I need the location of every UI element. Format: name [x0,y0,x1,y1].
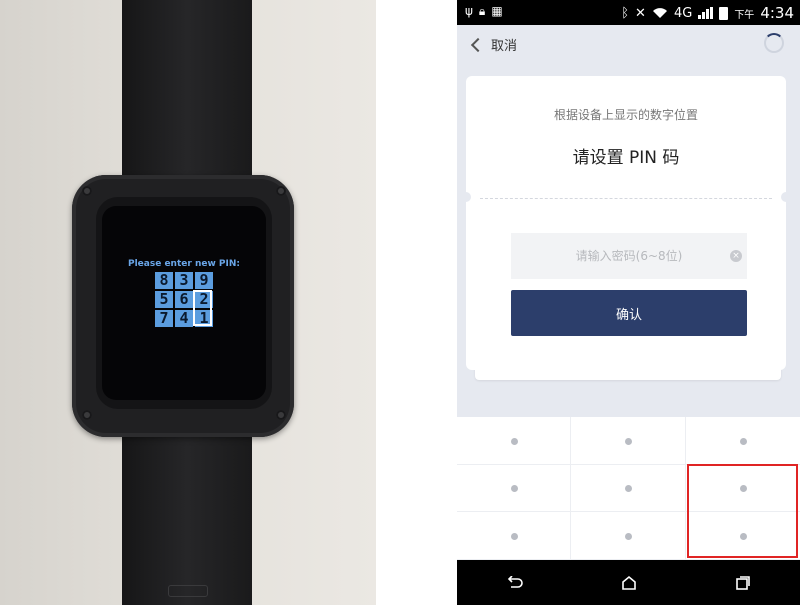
recents-icon[interactable] [735,575,751,591]
dot-icon [510,485,518,492]
pin-cell: 5 [155,291,173,308]
dot-icon [625,437,632,445]
keypad-key[interactable] [686,417,800,465]
card-divider [480,198,772,199]
home-icon[interactable] [621,575,637,591]
status-time: 4:34 [760,4,794,22]
keypad-key[interactable] [571,417,686,465]
keypad-key[interactable] [571,465,686,512]
dot-icon [510,437,518,445]
network-type: 4G [673,5,693,21]
pin-cell: 8 [155,272,173,289]
keypad-key[interactable] [457,512,571,560]
clear-input-icon[interactable]: × [730,250,742,262]
screw-icon [276,410,286,420]
cancel-button[interactable]: 取消 [470,35,518,54]
back-icon[interactable] [506,575,524,590]
watch-photo: Please enter new PIN: 8 3 9 5 6 2 7 4 1 [0,0,376,605]
wifi-icon [652,8,667,18]
lock-icon: 🔒︎ [478,4,492,18]
card-title: 请设置 PIN 码 [572,148,680,168]
highlight-box [687,464,798,558]
screw-icon [82,410,92,420]
card-subtitle: 根据设备上显示的数字位置 [553,108,698,122]
cancel-label: 取消 [491,39,518,54]
dot-icon [625,485,632,492]
mute-icon: ✕ [635,5,646,21]
dot-icon [625,532,632,540]
status-bar: ψ🔒︎▦ ᛒ ✕ 4G 下午 4:34 [457,0,800,25]
card-notch [461,192,471,202]
status-right-icons: ᛒ ✕ 4G 下午 4:34 [621,4,794,22]
watch-strap-top [122,0,252,200]
screw-icon [276,186,286,196]
keypad-key[interactable] [457,465,571,512]
watch-pin-prompt: Please enter new PIN: [128,259,240,269]
loading-spinner-icon [764,33,784,53]
pin-cell: 6 [175,291,193,308]
status-left-icons: ψ🔒︎▦ [465,4,509,19]
status-ampm: 下午 [734,9,755,21]
password-input[interactable] [511,233,747,279]
strap-slot [168,585,208,597]
battery-icon [719,6,729,20]
keypad-key[interactable] [457,417,571,465]
watch-strap-bottom [122,420,252,605]
phone-screen: ψ🔒︎▦ ᛒ ✕ 4G 下午 4:34 取消 根据设备上显示的数字位置 请设置 … [457,0,800,605]
card-notch [781,192,791,202]
screw-icon [82,186,92,196]
top-nav: 取消 [457,25,800,65]
dot-icon [740,437,747,445]
signal-icon [698,7,714,19]
system-nav-bar [457,560,800,605]
usb-icon: ψ [465,4,479,18]
confirm-button[interactable]: 确认 [511,290,747,336]
pin-cell: 9 [195,272,213,289]
pin-selection-box [193,290,212,326]
keypad-key[interactable] [571,512,686,560]
bluetooth-icon: ᛒ [621,5,630,21]
pin-cell: 4 [175,310,193,327]
image-icon: ▦ [491,4,509,18]
pin-cell: 7 [155,310,173,327]
dot-icon [510,532,518,540]
pin-setup-card: 根据设备上显示的数字位置 请设置 PIN 码 × 确认 [461,76,791,370]
chevron-left-icon [470,37,486,52]
pin-cell: 3 [175,272,193,289]
